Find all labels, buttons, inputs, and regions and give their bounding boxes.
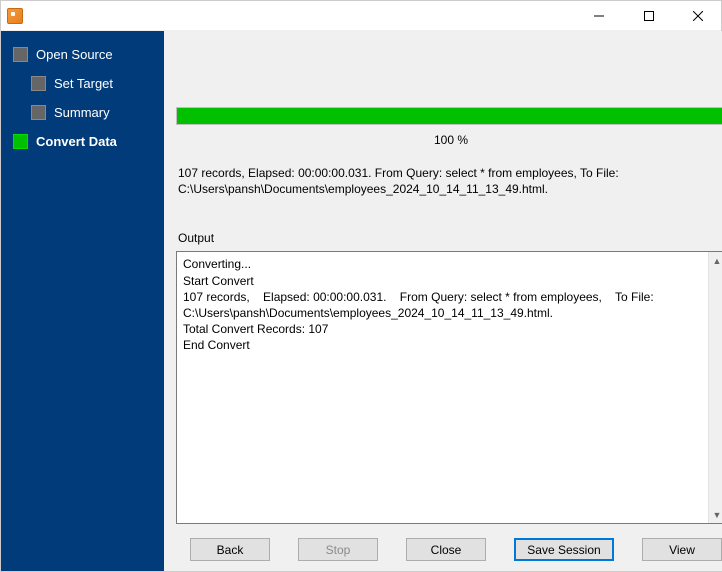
maximize-button[interactable]: [626, 1, 672, 31]
minimize-button[interactable]: [576, 1, 622, 31]
step-indicator-icon: [31, 105, 46, 120]
button-row: Back Stop Close Save Session View: [176, 528, 722, 561]
output-text: Converting... Start Convert 107 records,…: [183, 256, 705, 353]
save-session-button[interactable]: Save Session: [514, 538, 614, 561]
sidebar-item-set-target[interactable]: Set Target: [1, 72, 164, 101]
stop-button: Stop: [298, 538, 378, 561]
status-text: 107 records, Elapsed: 00:00:00.031. From…: [176, 165, 722, 197]
progress-bar: [176, 107, 722, 125]
sidebar-item-open-source[interactable]: Open Source: [1, 43, 164, 72]
step-indicator-icon: [31, 76, 46, 91]
view-button[interactable]: View: [642, 538, 722, 561]
sidebar-item-label: Open Source: [36, 47, 113, 62]
close-button[interactable]: [675, 1, 721, 31]
step-indicator-icon: [13, 134, 28, 149]
output-label: Output: [176, 231, 722, 245]
app-icon: [7, 8, 23, 24]
scroll-down-icon[interactable]: ▼: [709, 506, 722, 523]
sidebar-item-convert-data[interactable]: Convert Data: [1, 130, 164, 159]
titlebar: [1, 1, 721, 31]
sidebar-item-label: Set Target: [54, 76, 113, 91]
scrollbar[interactable]: ▲ ▼: [708, 252, 722, 523]
back-button[interactable]: Back: [190, 538, 270, 561]
wizard-steps-sidebar: Open Source Set Target Summary Convert D…: [1, 31, 164, 571]
output-textarea[interactable]: Converting... Start Convert 107 records,…: [176, 251, 722, 524]
step-indicator-icon: [13, 47, 28, 62]
scroll-up-icon[interactable]: ▲: [709, 252, 722, 269]
main-panel: 100 % 107 records, Elapsed: 00:00:00.031…: [164, 31, 722, 571]
close-button-dialog[interactable]: Close: [406, 538, 486, 561]
sidebar-item-label: Summary: [54, 105, 110, 120]
sidebar-item-label: Convert Data: [36, 134, 117, 149]
sidebar-item-summary[interactable]: Summary: [1, 101, 164, 130]
progress-percent-label: 100 %: [176, 133, 722, 147]
window-controls: [576, 1, 721, 31]
